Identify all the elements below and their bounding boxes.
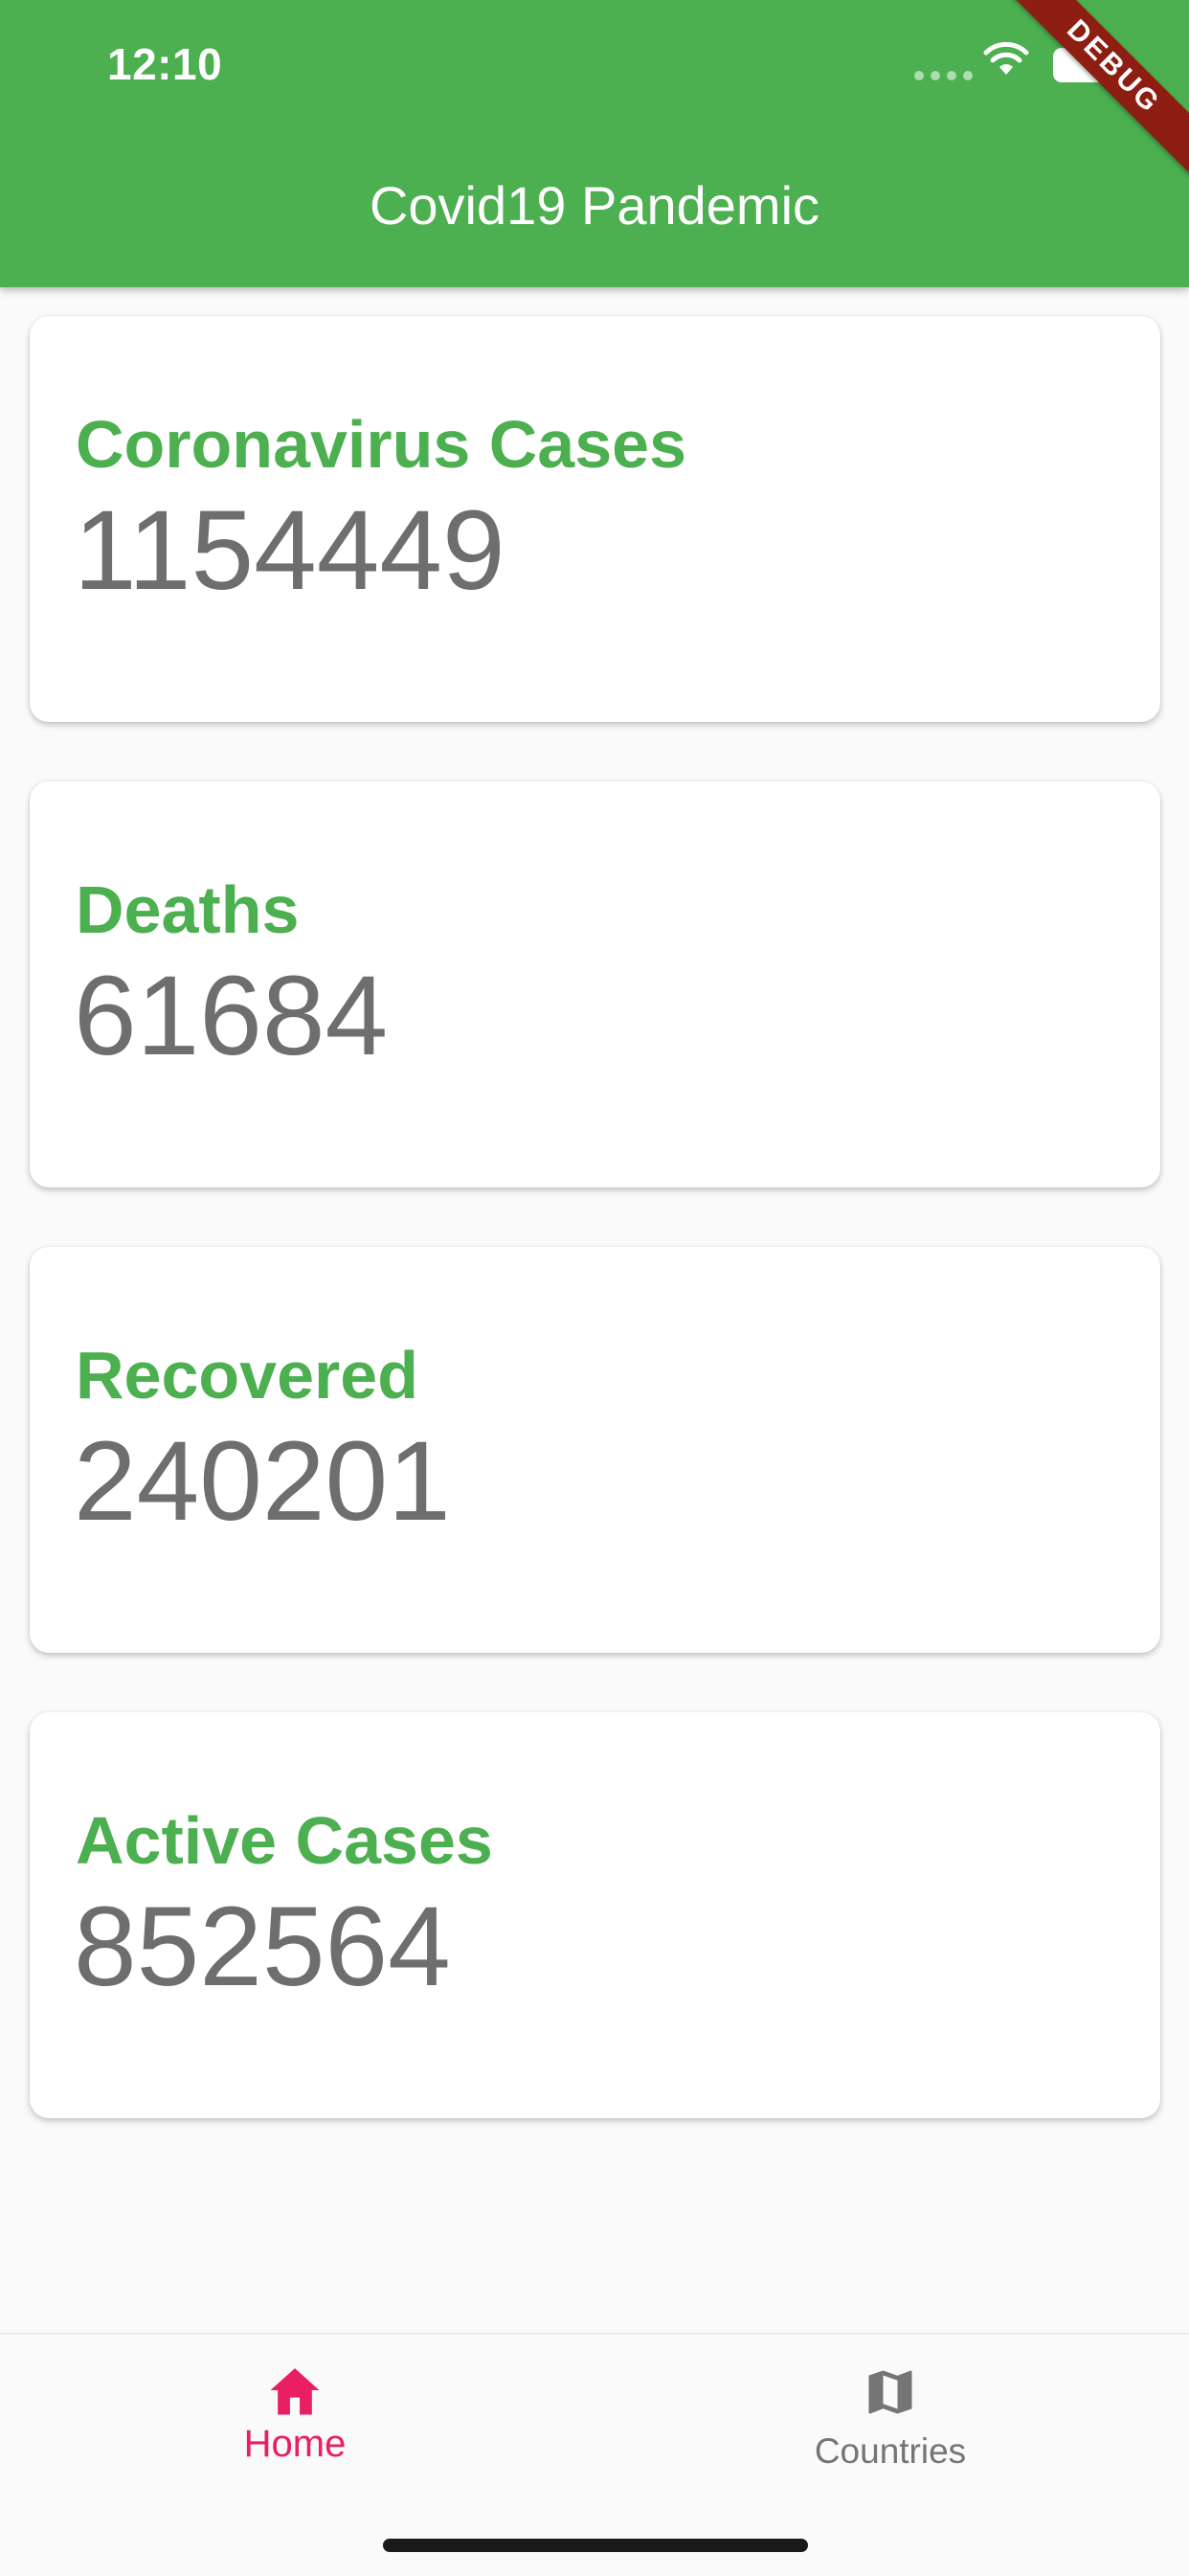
stat-value: 1154449 xyxy=(74,487,505,614)
stat-card-deaths: Deaths 61684 xyxy=(30,781,1160,1187)
stat-value: 852564 xyxy=(74,1884,451,2010)
stat-label: Deaths xyxy=(76,872,300,947)
debug-banner: DEBUG xyxy=(986,0,1189,194)
nav-item-label: Countries xyxy=(814,2431,967,2471)
stat-value: 61684 xyxy=(74,953,389,1079)
home-icon xyxy=(270,2368,320,2415)
stat-label: Recovered xyxy=(76,1338,418,1412)
nav-item-label: Home xyxy=(243,2423,347,2465)
stat-card-coronavirus-cases: Coronavirus Cases 1154449 xyxy=(30,316,1160,722)
app-bar: 12:10 DEBUG Covid19 Pandemic xyxy=(0,0,1189,287)
home-indicator[interactable] xyxy=(383,2539,808,2552)
nav-item-home[interactable]: Home xyxy=(151,2363,438,2467)
stat-label: Active Cases xyxy=(76,1803,493,1878)
map-icon xyxy=(868,2370,912,2414)
stat-label: Coronavirus Cases xyxy=(76,407,687,482)
stat-card-recovered: Recovered 240201 xyxy=(30,1247,1160,1653)
page-title: Covid19 Pandemic xyxy=(369,175,820,236)
wifi-icon xyxy=(983,42,1029,75)
stat-value: 240201 xyxy=(74,1418,451,1545)
status-time: 12:10 xyxy=(107,39,223,89)
nav-item-countries[interactable]: Countries xyxy=(747,2363,1034,2474)
cellular-signal-icon xyxy=(914,71,973,80)
stat-card-active-cases: Active Cases 852564 xyxy=(30,1712,1160,2118)
